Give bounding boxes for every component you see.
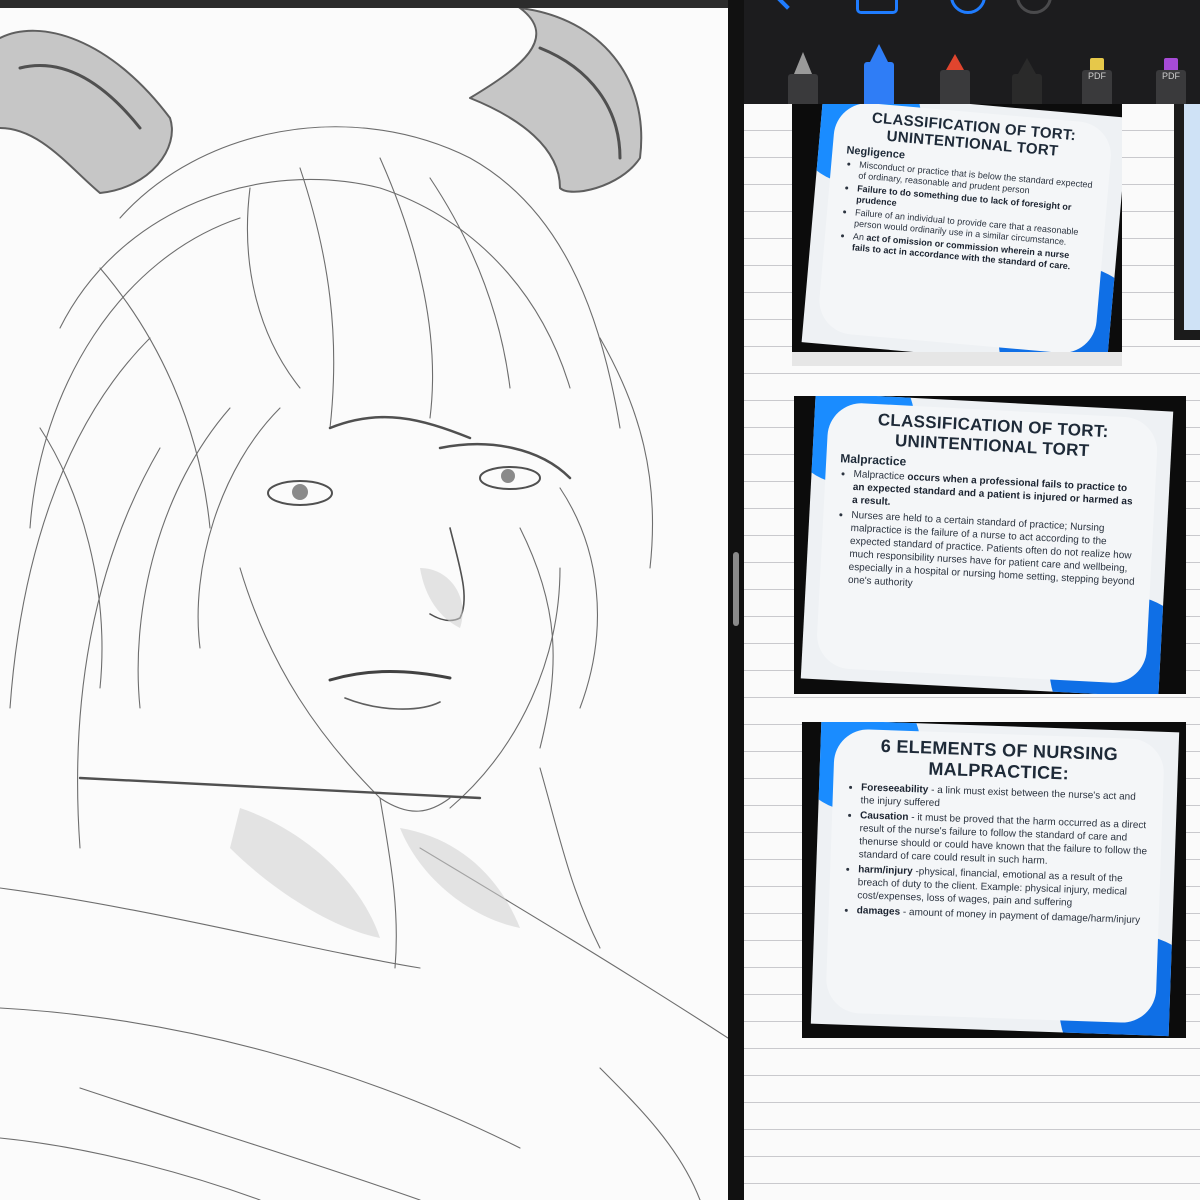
notes-nav-bar — [744, 0, 1200, 16]
slide-photo-partial[interactable] — [1174, 104, 1200, 340]
slide-content: CLASSIFICATION OF TORT: UNINTENTIONAL TO… — [816, 104, 1114, 356]
pen-toolbar: PDF PDF — [744, 24, 1200, 104]
toolbox-icon[interactable] — [856, 0, 898, 14]
slide-photo-negligence[interactable]: CLASSIFICATION OF TORT: UNINTENTIONAL TO… — [792, 104, 1122, 366]
pencil-icon[interactable] — [1012, 58, 1042, 104]
slide-photo-elements[interactable]: 6 ELEMENTS OF NURSING MALPRACTICE: Fores… — [802, 722, 1186, 1038]
slide-content: 6 ELEMENTS OF NURSING MALPRACTICE: Fores… — [825, 728, 1165, 1024]
slide-content: CLASSIFICATION OF TORT: UNINTENTIONAL TO… — [815, 401, 1159, 685]
pen-mode-icon[interactable] — [950, 0, 986, 14]
split-screen: PDF PDF CLASSIFICATION OF TORT: UNINTENT… — [0, 0, 1200, 1200]
split-view-divider[interactable] — [728, 0, 744, 1200]
sketch-artwork — [0, 8, 728, 1200]
yellow-highlighter-icon[interactable]: PDF — [1082, 58, 1112, 104]
canvas-top-bar — [0, 0, 728, 8]
drawing-canvas[interactable] — [0, 0, 728, 1200]
purple-highlighter-icon[interactable]: PDF — [1156, 58, 1186, 104]
notes-app: PDF PDF CLASSIFICATION OF TORT: UNINTENT… — [744, 0, 1200, 1200]
pdf-label: PDF — [1088, 71, 1106, 81]
slide-photo-malpractice[interactable]: CLASSIFICATION OF TORT: UNINTENTIONAL TO… — [794, 396, 1186, 694]
fountain-pen-icon[interactable] — [788, 52, 818, 104]
slide-bullet: Nurses are held to a certain standard of… — [848, 509, 1140, 602]
divider-drag-handle[interactable] — [733, 552, 739, 626]
blue-pen-icon[interactable] — [864, 44, 894, 104]
more-options-icon[interactable] — [1016, 0, 1052, 14]
lined-paper-page[interactable]: CLASSIFICATION OF TORT: UNINTENTIONAL TO… — [744, 104, 1200, 1200]
slide-bullet: Causation - it must be proved that the h… — [859, 809, 1149, 871]
back-chevron-icon[interactable] — [774, 0, 800, 10]
slide-malpractice: CLASSIFICATION OF TORT: UNINTENTIONAL TO… — [800, 396, 1174, 694]
slide-negligence: CLASSIFICATION OF TORT: UNINTENTIONAL TO… — [801, 104, 1122, 366]
pdf-label: PDF — [1162, 71, 1180, 81]
slide-elements: 6 ELEMENTS OF NURSING MALPRACTICE: Fores… — [810, 722, 1180, 1037]
laptop-taskbar — [792, 352, 1122, 366]
red-pen-icon[interactable] — [940, 54, 970, 104]
